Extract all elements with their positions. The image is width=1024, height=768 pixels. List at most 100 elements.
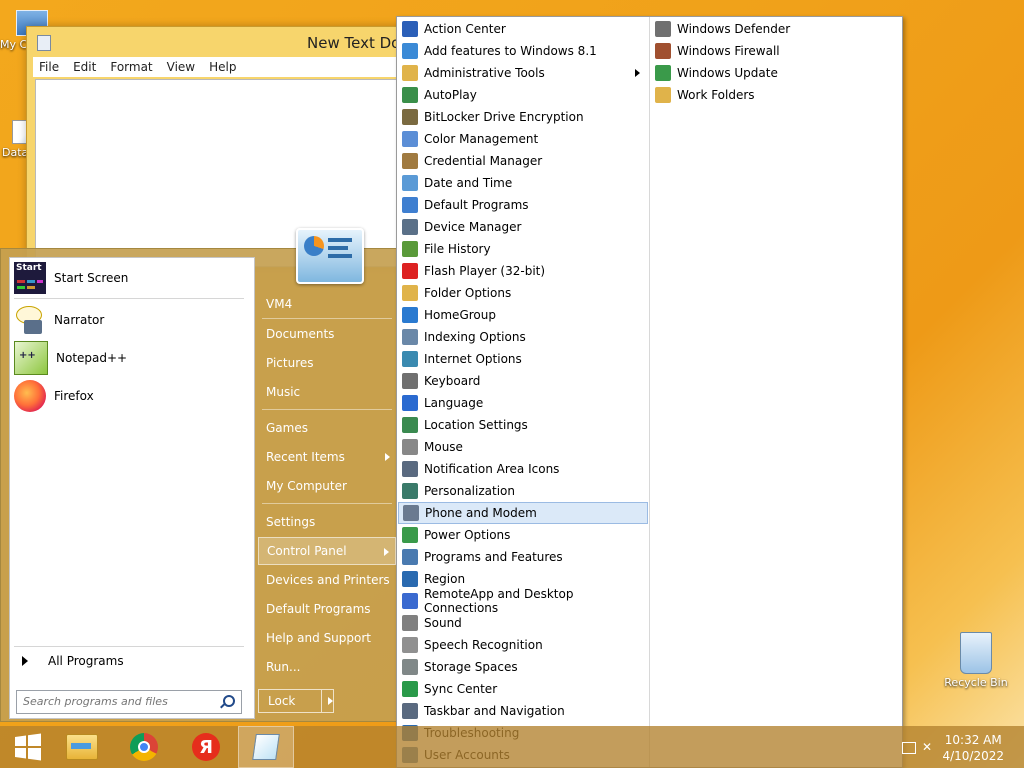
start-item-control-panel[interactable]: Control Panel <box>258 537 396 565</box>
start-item-default-programs[interactable]: Default Programs <box>258 595 396 623</box>
menu-view[interactable]: View <box>167 60 195 74</box>
yandex-button[interactable]: Я <box>178 726 234 768</box>
start-item-my-computer[interactable]: My Computer <box>258 472 396 500</box>
cp-item[interactable]: HomeGroup <box>398 304 648 326</box>
cp-item-label: Region <box>424 572 466 586</box>
start-item-run[interactable]: Run... <box>258 653 396 681</box>
desktop-icon-recycle-bin[interactable]: Recycle Bin <box>944 632 1008 689</box>
menu-help[interactable]: Help <box>209 60 236 74</box>
search-icon[interactable] <box>223 695 235 707</box>
lock-options-arrow-icon[interactable] <box>328 697 333 705</box>
cp-item[interactable]: Administrative Tools <box>398 62 648 84</box>
lock-button[interactable]: Lock <box>258 689 334 713</box>
taskbar: Я ✕ 10:32 AM 4/10/2022 <box>0 726 1024 768</box>
volume-muted-icon[interactable]: ✕ <box>922 740 936 754</box>
program-firefox[interactable]: Firefox <box>14 378 246 414</box>
search-box[interactable] <box>16 690 242 714</box>
cp-item[interactable]: Speech Recognition <box>398 634 648 656</box>
cp-item[interactable]: Storage Spaces <box>398 656 648 678</box>
cp-item[interactable]: Folder Options <box>398 282 648 304</box>
cp-item-label: File History <box>424 242 491 256</box>
system-clock[interactable]: 10:32 AM 4/10/2022 <box>942 732 1004 764</box>
menu-file[interactable]: File <box>39 60 59 74</box>
network-icon[interactable] <box>902 742 916 754</box>
start-item-games[interactable]: Games <box>258 414 396 442</box>
cp-item-label: Taskbar and Navigation <box>424 704 565 718</box>
indexing-icon <box>402 329 418 345</box>
cp-item[interactable]: Personalization <box>398 480 648 502</box>
program-label: Firefox <box>54 389 94 403</box>
cp-item-label: Power Options <box>424 528 511 542</box>
cp-item[interactable]: Indexing Options <box>398 326 648 348</box>
start-item-music[interactable]: Music <box>258 378 396 406</box>
chrome-button[interactable] <box>116 726 172 768</box>
cp-item[interactable]: Flash Player (32-bit) <box>398 260 648 282</box>
cp-item[interactable]: Date and Time <box>398 172 648 194</box>
notepad-taskbar-button[interactable] <box>238 726 294 768</box>
divider <box>262 318 392 319</box>
cp-item[interactable]: Windows Defender <box>651 18 899 40</box>
cp-item[interactable]: Phone and Modem <box>398 502 648 524</box>
menu-edit[interactable]: Edit <box>73 60 96 74</box>
bar-line <box>328 246 348 250</box>
start-item-documents[interactable]: Documents <box>258 320 396 348</box>
notepad-titlebar[interactable]: New Text Doc <box>27 27 409 57</box>
divider <box>321 690 322 712</box>
firewall-icon <box>655 43 671 59</box>
cp-item[interactable]: Windows Firewall <box>651 40 899 62</box>
file-explorer-button[interactable] <box>54 726 110 768</box>
mouse-icon <box>402 439 418 455</box>
start-item-help-support[interactable]: Help and Support <box>258 624 396 652</box>
start-item-vm4[interactable]: VM4 <box>258 290 396 318</box>
search-input[interactable] <box>17 691 219 711</box>
cp-item-label: Windows Defender <box>677 22 791 36</box>
divider <box>14 646 244 647</box>
default-programs-icon <box>402 197 418 213</box>
cp-item[interactable]: AutoPlay <box>398 84 648 106</box>
cp-item[interactable]: Taskbar and Navigation <box>398 700 648 722</box>
cp-item[interactable]: File History <box>398 238 648 260</box>
program-notepad-plus-plus[interactable]: ++ Notepad++ <box>14 340 246 376</box>
program-start-screen[interactable]: Start Start Screen <box>14 260 246 296</box>
program-narrator[interactable]: Narrator <box>14 302 246 338</box>
user-picture[interactable] <box>296 228 364 284</box>
cp-item[interactable]: Notification Area Icons <box>398 458 648 480</box>
cp-item[interactable]: Keyboard <box>398 370 648 392</box>
start-item-recent-items[interactable]: Recent Items <box>258 443 396 471</box>
item-label: Settings <box>266 515 316 529</box>
all-programs-button[interactable]: All Programs <box>14 650 246 672</box>
cp-item[interactable]: Default Programs <box>398 194 648 216</box>
cp-item[interactable]: Color Management <box>398 128 648 150</box>
cp-item-label: Indexing Options <box>424 330 526 344</box>
desktop-icon-label: Data <box>2 146 29 159</box>
cp-item[interactable]: Internet Options <box>398 348 648 370</box>
cp-item-label: HomeGroup <box>424 308 496 322</box>
cp-item[interactable]: Sync Center <box>398 678 648 700</box>
start-button[interactable] <box>0 726 56 768</box>
cp-item-label: Credential Manager <box>424 154 543 168</box>
start-item-settings[interactable]: Settings <box>258 508 396 536</box>
cp-item[interactable]: Programs and Features <box>398 546 648 568</box>
item-label: Games <box>266 421 308 435</box>
cp-item[interactable]: Add features to Windows 8.1 <box>398 40 648 62</box>
start-item-devices-printers[interactable]: Devices and Printers <box>258 566 396 594</box>
cp-item[interactable]: Windows Update <box>651 62 899 84</box>
cp-item[interactable]: Power Options <box>398 524 648 546</box>
cp-item[interactable]: Work Folders <box>651 84 899 106</box>
menu-format[interactable]: Format <box>110 60 152 74</box>
cp-item[interactable]: Sound <box>398 612 648 634</box>
cp-item[interactable]: Location Settings <box>398 414 648 436</box>
cp-item[interactable]: Mouse <box>398 436 648 458</box>
file-history-icon <box>402 241 418 257</box>
yandex-icon: Я <box>192 733 220 761</box>
start-item-pictures[interactable]: Pictures <box>258 349 396 377</box>
cp-item[interactable]: BitLocker Drive Encryption <box>398 106 648 128</box>
cp-item[interactable]: Language <box>398 392 648 414</box>
cp-item[interactable]: Credential Manager <box>398 150 648 172</box>
cp-item[interactable]: RemoteApp and Desktop Connections <box>398 587 648 615</box>
cp-item[interactable]: Action Center <box>398 18 648 40</box>
window-title: New Text Doc <box>307 34 409 52</box>
clock-date: 4/10/2022 <box>942 749 1004 763</box>
cp-item-label: Color Management <box>424 132 539 146</box>
cp-item[interactable]: Device Manager <box>398 216 648 238</box>
